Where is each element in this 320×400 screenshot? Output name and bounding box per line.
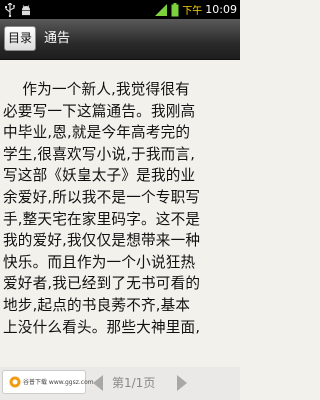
page-navigation-bar: 谷普下载 www.ggsz.com 第1/1页 <box>0 367 240 400</box>
android-debug-icon <box>22 4 30 15</box>
text-line: 写这部《妖皇太子》是我的业 <box>3 167 196 185</box>
text-line: 快乐。而且作为一个小说狂热 <box>3 253 196 271</box>
chapter-title: 通告 <box>44 31 71 46</box>
download-site-logo-icon <box>9 376 21 388</box>
battery-icon <box>171 2 179 16</box>
text-line: 手,整天宅在家里码字。这不是 <box>3 210 201 228</box>
page-indicator: 第1/1页 <box>112 376 156 390</box>
text-line: 我的爱好,我仅仅是想带来一种 <box>3 232 201 250</box>
usb-icon <box>5 2 15 17</box>
signal-icon <box>155 3 168 16</box>
text-line: 余爱好,所以我不是一个专职写 <box>3 188 201 206</box>
reading-content[interactable]: 作为一个新人,我觉得很有 必要写一下这篇通告。我刚高 中毕业,恩,就是今年高考完… <box>0 79 240 338</box>
table-of-contents-button[interactable]: 目录 <box>4 26 36 51</box>
ad-banner[interactable]: 谷普下载 www.ggsz.com <box>2 370 94 394</box>
text-line: 作为一个新人,我觉得很有 <box>3 81 190 98</box>
text-line: 上没什么看头。那些大神里面, <box>3 318 201 336</box>
status-ampm: 下午 <box>182 6 203 17</box>
text-line: 中毕业,恩,就是今年高考完的 <box>3 124 191 142</box>
previous-page-arrow-icon[interactable] <box>88 372 110 394</box>
ad-text: 谷普下载 www.ggsz.com <box>23 379 94 386</box>
title-bar: 目录 通告 <box>0 19 240 60</box>
text-line: 地步,起点的书良莠不齐,基本 <box>3 296 191 314</box>
text-line: 爱好者,我已经到了无书可看的 <box>3 275 201 293</box>
status-time: 10:09 <box>205 3 237 16</box>
next-page-arrow-icon[interactable] <box>170 372 192 394</box>
text-line: 学生,很喜欢写小说,于我而言, <box>3 145 196 163</box>
status-bar: 下午 10:09 <box>0 0 240 19</box>
text-line: 必要写一下这篇通告。我刚高 <box>3 102 196 120</box>
